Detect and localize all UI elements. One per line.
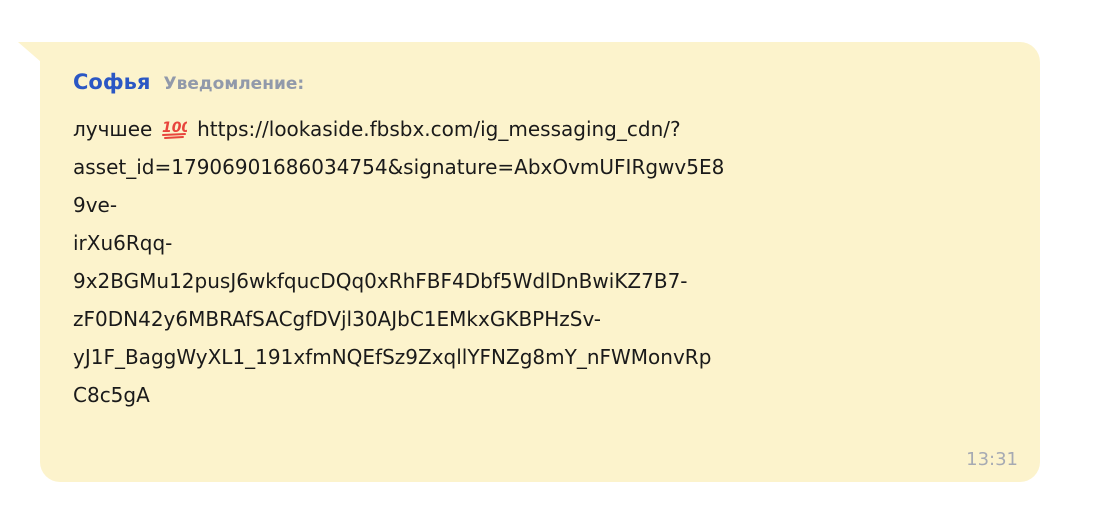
message-text: лучшее 100 https://lookaside.fbsbx.com/i…	[73, 110, 933, 414]
sender-name[interactable]: Софья	[73, 70, 150, 94]
message-line: 9ve-	[73, 193, 118, 217]
message-prefix: лучшее	[73, 117, 153, 141]
message-timestamp: 13:31	[966, 449, 1018, 470]
message-line-first: лучшее 100 https://lookaside.fbsbx.com/i…	[73, 110, 933, 148]
message-link[interactable]: https://lookaside.fbsbx.com/ig_messaging…	[197, 117, 681, 141]
message-header: Софья Уведомление:	[73, 70, 304, 94]
message-line: yJ1F_BaggWyXL1_191xfmNQEfSz9ZxqllYFNZg8m…	[73, 345, 712, 369]
message-line: C8c5gA	[73, 383, 150, 407]
message-line: irXu6Rqq-	[73, 231, 173, 255]
message-container: Софья Уведомление: лучшее 100 https://lo…	[0, 0, 1116, 508]
hundred-points-icon: 100	[161, 113, 191, 139]
message-line: zF0DN42y6MBRAfSACgfDVjl30AJbC1EMkxGKBPHz…	[73, 307, 601, 331]
message-line: asset_id=17906901686034754&signature=Abx…	[73, 155, 725, 179]
message-line: 9x2BGMu12pusJ6wkfqucDQq0xRhFBF4Dbf5WdlDn…	[73, 269, 688, 293]
message-subtitle: Уведомление:	[163, 74, 305, 94]
message-bubble[interactable]: Софья Уведомление: лучшее 100 https://lo…	[40, 42, 1040, 482]
